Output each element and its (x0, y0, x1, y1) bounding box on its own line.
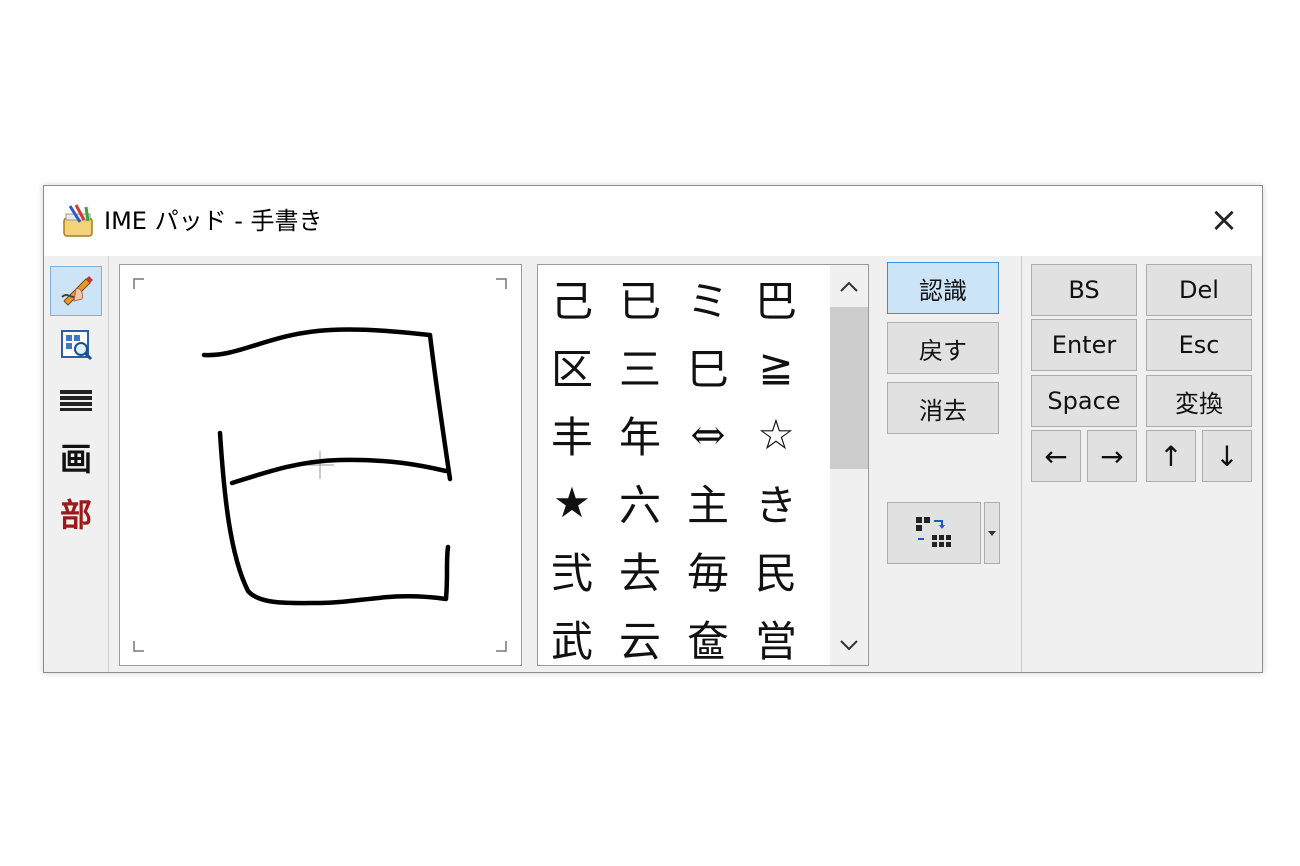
candidate-char[interactable]: 已 (606, 265, 674, 331)
candidate-char[interactable]: 奩 (674, 605, 742, 666)
ime-pad-app-icon (60, 202, 98, 240)
candidate-char[interactable]: 三 (606, 333, 674, 399)
candidate-char[interactable]: ☆ (742, 401, 810, 467)
pen-hand-icon (58, 271, 94, 311)
candidate-char[interactable]: き (742, 469, 810, 535)
space-key[interactable]: Space (1031, 375, 1137, 427)
convert-grid-icon (916, 517, 951, 547)
candidate-char[interactable]: ≧ (742, 333, 810, 399)
dropdown-arrow-icon (988, 531, 996, 536)
enter-key[interactable]: Enter (1031, 319, 1137, 371)
delete-key[interactable]: Del (1146, 264, 1252, 316)
candidate-char[interactable]: ミ (674, 265, 742, 331)
escape-key[interactable]: Esc (1146, 319, 1252, 371)
undo-button[interactable]: 戻す (887, 322, 999, 374)
handwriting-mode-button[interactable] (50, 266, 102, 316)
candidate-char[interactable]: 云 (606, 605, 674, 666)
arrow-right-key[interactable]: → (1087, 430, 1137, 482)
candidate-char[interactable]: 巴 (742, 265, 810, 331)
stroke-count-mode-button[interactable]: 画 (50, 432, 102, 482)
handwriting-strokes (133, 278, 507, 652)
radical-icon: 部 (59, 496, 92, 534)
candidate-char[interactable]: 己 (538, 265, 606, 331)
candidate-char[interactable]: 主 (674, 469, 742, 535)
character-list-icon (58, 327, 94, 367)
soft-keyboard-mode-button[interactable] (50, 376, 102, 426)
window-title: IME パッド - 手書き (104, 207, 323, 235)
settings-dropdown-button[interactable] (984, 502, 1000, 564)
backspace-key[interactable]: BS (1031, 264, 1137, 316)
recognize-button[interactable]: 認識 (887, 262, 999, 314)
candidate-char[interactable]: 民 (742, 537, 810, 603)
chevron-up-icon (840, 281, 858, 292)
handwriting-canvas[interactable] (119, 264, 522, 666)
convert-key[interactable]: 変換 (1146, 375, 1252, 427)
candidate-char[interactable]: 丰 (538, 401, 606, 467)
candidate-char[interactable]: 武 (538, 605, 606, 666)
candidate-scrollbar[interactable] (830, 265, 868, 665)
candidate-char[interactable]: 年 (606, 401, 674, 467)
clear-button[interactable]: 消去 (887, 382, 999, 434)
candidate-char[interactable]: 営 (742, 605, 810, 666)
candidate-char[interactable]: ★ (538, 469, 606, 535)
candidate-char[interactable]: 毎 (674, 537, 742, 603)
close-button[interactable]: × (1186, 186, 1262, 254)
character-list-mode-button[interactable] (50, 322, 102, 372)
ime-pad-window: IME パッド - 手書き × 画 部 己 已 ミ 巴 区 三 巳 ≧ 丰 年 … (43, 185, 1263, 673)
candidate-char[interactable]: 巳 (674, 333, 742, 399)
keyboard-icon (58, 384, 94, 418)
chevron-down-icon (840, 640, 858, 651)
arrow-down-key[interactable]: ↓ (1202, 430, 1252, 482)
radical-mode-button[interactable]: 部 (50, 488, 102, 538)
panel-divider (1021, 256, 1022, 672)
title-bar: IME パッド - 手書き × (44, 186, 1262, 256)
candidate-char[interactable]: 六 (606, 469, 674, 535)
candidate-list: 己 已 ミ 巴 区 三 巳 ≧ 丰 年 ⇔ ☆ ★ 六 主 き 弐 去 毎 民 … (537, 264, 869, 666)
candidate-char[interactable]: 区 (538, 333, 606, 399)
stroke-count-icon: 画 (59, 440, 92, 478)
scroll-thumb[interactable] (830, 307, 868, 469)
mode-toolbar: 画 部 (44, 256, 109, 672)
candidate-char[interactable]: 弐 (538, 537, 606, 603)
input-settings-button[interactable] (887, 502, 981, 564)
arrow-up-key[interactable]: ↑ (1146, 430, 1196, 482)
scroll-down-button[interactable] (830, 625, 868, 665)
arrow-left-key[interactable]: ← (1031, 430, 1081, 482)
candidate-char[interactable]: ⇔ (674, 401, 742, 467)
candidate-char[interactable]: 去 (606, 537, 674, 603)
scroll-up-button[interactable] (830, 267, 868, 307)
